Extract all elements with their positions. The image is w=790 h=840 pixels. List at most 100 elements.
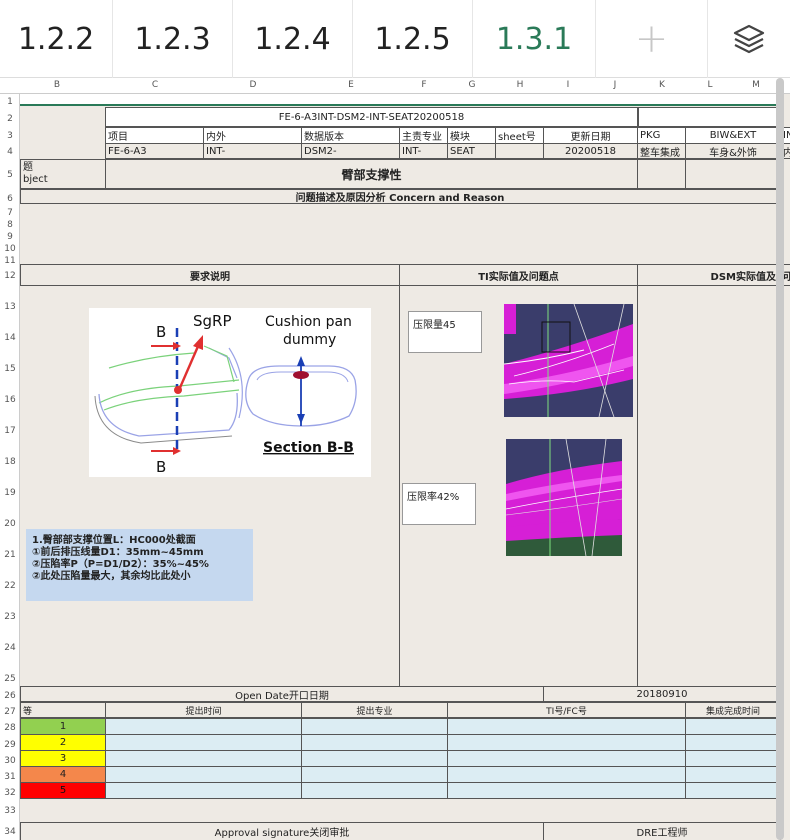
row-header-4[interactable]: 4 xyxy=(0,147,20,157)
value-sheet-no[interactable] xyxy=(495,143,544,159)
header-module[interactable]: 模块 xyxy=(447,127,496,144)
risk-header-ti-fc[interactable]: TI号/FC号 xyxy=(447,702,686,718)
table-row-5-g[interactable] xyxy=(447,782,686,799)
row-header-5[interactable]: 5 xyxy=(0,170,20,180)
table-row-5-c[interactable] xyxy=(105,782,302,799)
header-owner[interactable]: 主责专业 xyxy=(399,127,448,144)
subject-label-cell[interactable]: 题 bject xyxy=(20,159,106,189)
title-right-cell[interactable] xyxy=(638,107,780,127)
value-inout[interactable]: INT- xyxy=(203,143,302,159)
layers-button[interactable] xyxy=(708,0,790,78)
row-header-7[interactable]: 7 xyxy=(0,208,20,218)
header-update-date[interactable]: 更新日期 xyxy=(543,127,638,144)
value-project[interactable]: FE-6-A3 xyxy=(105,143,204,159)
tab-1-2-2[interactable]: 1.2.2 xyxy=(0,0,113,78)
row-header-11[interactable]: 11 xyxy=(0,256,20,266)
column-header-e[interactable]: E xyxy=(302,80,400,90)
row-header-6[interactable]: 6 xyxy=(0,194,20,204)
row-header-22[interactable]: 22 xyxy=(0,581,20,591)
column-header-b[interactable]: B xyxy=(22,80,92,90)
table-row-5-e[interactable] xyxy=(301,782,448,799)
column-header-h[interactable]: H xyxy=(496,80,544,90)
table-row-4-e[interactable] xyxy=(301,766,448,783)
table-row-4-l[interactable] xyxy=(685,766,781,783)
header-inout[interactable]: 内外 xyxy=(203,127,302,144)
header-data-version[interactable]: 数据版本 xyxy=(301,127,400,144)
row-header-34[interactable]: 34 xyxy=(0,827,20,837)
column-header-i[interactable]: I xyxy=(544,80,592,90)
row-header-18[interactable]: 18 xyxy=(0,457,20,467)
value-biw[interactable]: 车身&外饰 xyxy=(685,143,781,159)
row-header-24[interactable]: 24 xyxy=(0,643,20,653)
dre-label[interactable]: DRE工程师 xyxy=(543,822,781,840)
row-header-15[interactable]: 15 xyxy=(0,364,20,374)
value-update-date[interactable]: 20200518 xyxy=(543,143,638,159)
risk-level-2[interactable]: 2 xyxy=(20,734,106,751)
row-header-29[interactable]: 29 xyxy=(0,740,20,750)
value-pkg[interactable]: 整车集成 xyxy=(637,143,686,159)
value-owner[interactable]: INT- xyxy=(399,143,448,159)
row-header-26[interactable]: 26 xyxy=(0,691,20,701)
add-sheet-button[interactable]: + xyxy=(596,0,708,78)
value-module[interactable]: SEAT xyxy=(447,143,496,159)
header-project[interactable]: 项目 xyxy=(105,127,204,144)
row-header-31[interactable]: 31 xyxy=(0,772,20,782)
risk-level-4[interactable]: 4 xyxy=(20,766,106,783)
tab-1-2-3[interactable]: 1.2.3 xyxy=(113,0,233,78)
table-row-2-g[interactable] xyxy=(447,734,686,751)
requirement-header[interactable]: 要求说明 xyxy=(20,264,400,286)
risk-header-raised-time[interactable]: 提出时间 xyxy=(105,702,302,718)
header-biw[interactable]: BIW&EXT xyxy=(685,127,781,144)
table-row-5-l[interactable] xyxy=(685,782,781,799)
row-header-16[interactable]: 16 xyxy=(0,395,20,405)
row-header-19[interactable]: 19 xyxy=(0,488,20,498)
table-row-1-l[interactable] xyxy=(685,718,781,735)
column-header-g[interactable]: G xyxy=(448,80,496,90)
row-header-8[interactable]: 8 xyxy=(0,220,20,230)
risk-header-level[interactable]: 等 xyxy=(20,702,106,718)
approval-label[interactable]: Approval signature关闭审批 xyxy=(20,822,544,840)
tab-1-3-1[interactable]: 1.3.1 xyxy=(473,0,596,78)
table-row-4-c[interactable] xyxy=(105,766,302,783)
table-row-3-l[interactable] xyxy=(685,750,781,767)
tab-1-2-5[interactable]: 1.2.5 xyxy=(353,0,473,78)
risk-level-5[interactable]: 5 xyxy=(20,782,106,799)
row-header-28[interactable]: 28 xyxy=(0,723,20,733)
risk-level-1[interactable]: 1 xyxy=(20,718,106,735)
requirement-note[interactable]: 1.臀部部支撑位置L：HC000处截面 ①前后排压线量D1：35mm~45mm … xyxy=(26,529,253,601)
ti-header[interactable]: TI实际值及问题点 xyxy=(399,264,638,286)
column-header-j[interactable]: J xyxy=(592,80,638,90)
ti-box-rate[interactable]: 压限率42% xyxy=(402,483,476,525)
risk-header-done-time[interactable]: 集成完成时间 xyxy=(685,702,781,718)
row-header-12[interactable]: 12 xyxy=(0,271,20,281)
row-header-13[interactable]: 13 xyxy=(0,302,20,312)
risk-header-raised-dept[interactable]: 提出专业 xyxy=(301,702,448,718)
column-header-l[interactable]: L xyxy=(686,80,734,90)
column-header-d[interactable]: D xyxy=(204,80,302,90)
column-header-f[interactable]: F xyxy=(400,80,448,90)
column-header-k[interactable]: K xyxy=(638,80,686,90)
row-header-20[interactable]: 20 xyxy=(0,519,20,529)
row-header-10[interactable]: 10 xyxy=(0,244,20,254)
header-pkg[interactable]: PKG xyxy=(637,127,686,144)
row-header-21[interactable]: 21 xyxy=(0,550,20,560)
row-header-33[interactable]: 33 xyxy=(0,806,20,816)
vertical-scrollbar[interactable] xyxy=(776,78,784,840)
table-row-1-c[interactable] xyxy=(105,718,302,735)
tab-1-2-4[interactable]: 1.2.4 xyxy=(233,0,353,78)
table-row-3-g[interactable] xyxy=(447,750,686,767)
table-row-1-g[interactable] xyxy=(447,718,686,735)
row-header-3[interactable]: 3 xyxy=(0,131,20,141)
table-row-3-e[interactable] xyxy=(301,750,448,767)
table-row-2-e[interactable] xyxy=(301,734,448,751)
ti-box-compression[interactable]: 压限量45 xyxy=(408,311,482,353)
risk-level-3[interactable]: 3 xyxy=(20,750,106,767)
open-date-label[interactable]: Open Date开口日期 xyxy=(20,686,544,702)
row-header-2[interactable]: 2 xyxy=(0,114,20,124)
column-header-m[interactable]: M xyxy=(734,80,778,90)
row-header-23[interactable]: 23 xyxy=(0,612,20,622)
row-header-14[interactable]: 14 xyxy=(0,333,20,343)
subject-k-cell[interactable] xyxy=(637,159,686,189)
dsm-header[interactable]: DSM实际值及 xyxy=(637,264,781,286)
doc-title-cell[interactable]: FE-6-A3INT-DSM2-INT-SEAT20200518 xyxy=(105,107,638,127)
